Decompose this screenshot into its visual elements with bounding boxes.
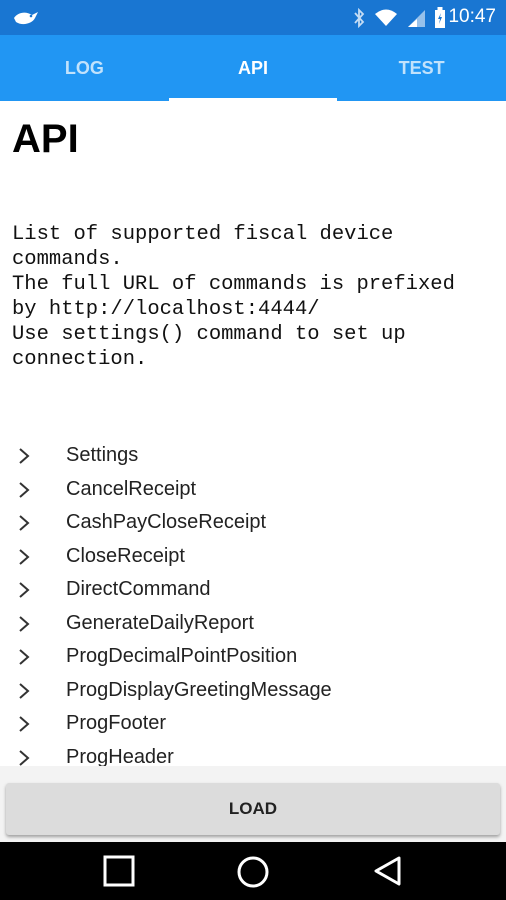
- command-item-progfooter[interactable]: ProgFooter: [0, 707, 506, 741]
- command-label: ProgDecimalPointPosition: [66, 645, 298, 668]
- load-button[interactable]: LOAD: [6, 783, 500, 835]
- wifi-icon: [374, 8, 398, 33]
- command-item-cashpaycloseReceipt[interactable]: CashPayCloseReceipt: [0, 506, 506, 540]
- command-item-generatedailyreport[interactable]: GenerateDailyReport: [0, 607, 506, 641]
- bluetooth-icon: [352, 7, 366, 33]
- chevron-right-icon: [16, 682, 32, 705]
- command-label: CancelReceipt: [66, 477, 197, 500]
- command-label: CloseReceipt: [66, 544, 185, 567]
- command-label: ProgFooter: [66, 712, 167, 735]
- chevron-right-icon: [16, 615, 32, 638]
- chevron-right-icon: [16, 447, 32, 470]
- chevron-right-icon: [16, 648, 32, 671]
- command-item-progdisplaygreetingmessage[interactable]: ProgDisplayGreetingMessage: [0, 674, 506, 708]
- recents-icon[interactable]: [103, 855, 135, 892]
- tab-bar: LOG API TEST: [0, 35, 506, 101]
- clock: 10:47: [448, 6, 496, 27]
- command-label: CashPayCloseReceipt: [66, 511, 267, 534]
- signal-icon: [406, 8, 426, 33]
- command-item-progheader[interactable]: ProgHeader: [0, 741, 506, 767]
- status-bar: 10:47: [0, 0, 506, 35]
- command-item-cancelreceipt[interactable]: CancelReceipt: [0, 473, 506, 507]
- battery-icon: [434, 7, 446, 34]
- command-list: Settings CancelReceipt CashPayCloseRecei…: [0, 439, 506, 766]
- command-label: ProgHeader: [66, 745, 174, 766]
- bottom-panel: LOAD: [0, 766, 506, 842]
- navigation-bar: [0, 842, 506, 900]
- chevron-right-icon: [16, 715, 32, 738]
- command-label: GenerateDailyReport: [66, 611, 254, 634]
- api-content[interactable]: API List of supported fiscal device comm…: [0, 101, 506, 766]
- command-item-progdecimalpointposition[interactable]: ProgDecimalPointPosition: [0, 640, 506, 674]
- command-label: Settings: [66, 444, 139, 467]
- chevron-right-icon: [16, 548, 32, 571]
- command-label: ProgDisplayGreetingMessage: [66, 678, 332, 701]
- tab-log[interactable]: LOG: [0, 35, 169, 101]
- page-title: API: [12, 117, 79, 161]
- command-item-closereceipt[interactable]: CloseReceipt: [0, 540, 506, 574]
- chevron-right-icon: [16, 514, 32, 537]
- chevron-right-icon: [16, 481, 32, 504]
- command-item-directcommand[interactable]: DirectCommand: [0, 573, 506, 607]
- chevron-right-icon: [16, 749, 32, 767]
- app-bird-icon: [12, 8, 40, 33]
- api-description: List of supported fiscal device commands…: [12, 223, 455, 371]
- chevron-right-icon: [16, 581, 32, 604]
- command-item-settings[interactable]: Settings: [0, 439, 506, 473]
- command-label: DirectCommand: [66, 578, 211, 601]
- tab-api[interactable]: API: [168, 35, 338, 101]
- back-icon[interactable]: [372, 855, 404, 892]
- tab-test[interactable]: TEST: [337, 35, 506, 101]
- home-icon[interactable]: [236, 855, 270, 894]
